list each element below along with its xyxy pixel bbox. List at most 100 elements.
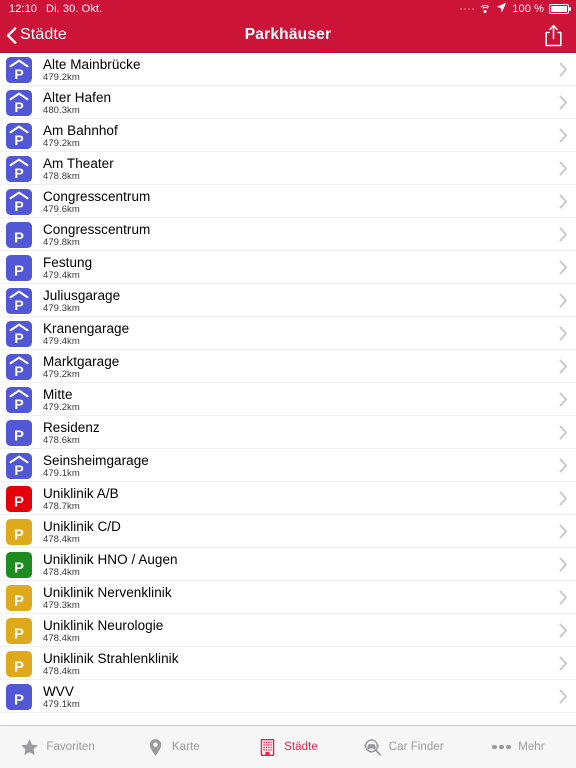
list-item[interactable]: P Uniklinik Nervenklinik 479.3km <box>0 581 576 614</box>
svg-text:P: P <box>14 559 24 576</box>
list-item-title: Uniklinik A/B <box>43 485 119 501</box>
list-item[interactable]: P Kranengarage 479.4km <box>0 317 576 350</box>
parking-lot-icon: P <box>6 485 32 512</box>
list-item[interactable]: P Uniklinik A/B 478.7km <box>0 482 576 515</box>
chevron-right-icon <box>550 623 576 638</box>
list-item[interactable]: P Residenz 478.6km <box>0 416 576 449</box>
svg-text:P: P <box>14 658 24 675</box>
list-item-distance: 479.1km <box>43 698 80 710</box>
tab-label: Karte <box>171 741 200 753</box>
parking-garage-icon: P <box>6 89 32 116</box>
parking-lot-icon: P <box>6 650 32 677</box>
chevron-right-icon <box>550 62 576 77</box>
tab-car-finder[interactable]: Car Finder <box>346 726 461 768</box>
chevron-right-icon <box>550 425 576 440</box>
list-item[interactable]: P Marktgarage 479.2km <box>0 350 576 383</box>
list-item[interactable]: P Alter Hafen 480.3km <box>0 86 576 119</box>
svg-text:P: P <box>14 396 23 412</box>
list-item-title: Congresscentrum <box>43 188 151 204</box>
navigation-bar: Städte Parkhäuser <box>0 18 576 52</box>
list-item-distance: 479.2km <box>43 137 80 149</box>
list-item-distance: 479.4km <box>43 335 80 347</box>
list-item-title: Juliusgarage <box>43 287 121 303</box>
battery-full-icon <box>549 4 569 14</box>
list-item-text: Seinsheimgarage 479.1km <box>32 453 550 479</box>
list-item-distance: 479.2km <box>43 401 80 413</box>
tab-karte[interactable]: Karte <box>115 726 230 768</box>
parking-garage-icon: P <box>6 56 32 83</box>
list-item[interactable]: P Festung 479.4km <box>0 251 576 284</box>
list-item-distance: 480.3km <box>43 104 80 116</box>
list-item[interactable]: P Seinsheimgarage 479.1km <box>0 449 576 482</box>
back-button[interactable]: Städte <box>0 26 67 44</box>
parking-lot-icon: P <box>6 419 32 446</box>
list-item[interactable]: P Congresscentrum 479.8km <box>0 218 576 251</box>
list-item-text: Uniklinik HNO / Augen 478.4km <box>32 552 550 578</box>
tab-label: Städte <box>284 741 318 753</box>
list-item-text: Uniklinik C/D 478.4km <box>32 519 550 545</box>
list-item-text: Congresscentrum 479.6km <box>32 189 550 215</box>
list-item-title: Uniklinik Nervenklinik <box>43 584 172 600</box>
list-item-distance: 478.7km <box>43 500 80 512</box>
chevron-right-icon <box>550 458 576 473</box>
chevron-right-icon <box>550 392 576 407</box>
list-item[interactable]: P Uniklinik C/D 478.4km <box>0 515 576 548</box>
car-finder-icon <box>363 738 382 757</box>
parking-lot-icon: P <box>6 584 32 611</box>
list-item[interactable]: P Alte Mainbrücke 479.2km <box>0 53 576 86</box>
list-item-title: Uniklinik Neurologie <box>43 617 164 633</box>
parking-garage-icon: P <box>6 452 32 479</box>
list-item-title: Mitte <box>43 386 73 402</box>
status-indicators: 100 % <box>459 2 569 16</box>
chevron-right-icon <box>550 524 576 539</box>
parking-garage-icon: P <box>6 188 32 215</box>
signal-dots-icon <box>459 7 475 11</box>
list-item-title: Kranengarage <box>43 320 130 336</box>
wifi-icon <box>479 4 492 14</box>
list-item-text: Alter Hafen 480.3km <box>32 90 550 116</box>
list-item-text: WVV 479.1km <box>32 684 550 710</box>
list-item[interactable]: P WVV 479.1km <box>0 680 576 713</box>
tab-label: Car Finder <box>388 741 444 753</box>
list-item-title: Am Theater <box>43 155 114 171</box>
list-item[interactable]: P Uniklinik HNO / Augen 478.4km <box>0 548 576 581</box>
list-item-title: Uniklinik HNO / Augen <box>43 551 178 567</box>
parking-list[interactable]: P Alte Mainbrücke 479.2km P Alter Hafen 480.3… <box>0 52 576 725</box>
list-item[interactable]: P Uniklinik Neurologie 478.4km <box>0 614 576 647</box>
list-item-text: Kranengarage 479.4km <box>32 321 550 347</box>
list-item[interactable]: P Mitte 479.2km <box>0 383 576 416</box>
svg-text:P: P <box>14 330 23 346</box>
chevron-right-icon <box>550 326 576 341</box>
tab-mehr[interactable]: Mehr <box>461 726 576 768</box>
status-bar: 12:10 Di. 30. Okt. 100 % <box>0 0 576 18</box>
tab-favoriten[interactable]: Favoriten <box>0 726 115 768</box>
list-item[interactable]: P Am Bahnhof 479.2km <box>0 119 576 152</box>
tab-st-dte[interactable]: Städte <box>230 726 345 768</box>
list-item-distance: 479.6km <box>43 203 80 215</box>
chevron-right-icon <box>550 194 576 209</box>
parking-lot-icon: P <box>6 518 32 545</box>
list-item-title: Alter Hafen <box>43 89 112 105</box>
chevron-right-icon <box>550 491 576 506</box>
back-button-label: Städte <box>20 26 67 43</box>
list-item[interactable]: P Congresscentrum 479.6km <box>0 185 576 218</box>
list-item-text: Festung 479.4km <box>32 255 550 281</box>
list-item-distance: 479.8km <box>43 236 80 248</box>
svg-text:P: P <box>14 462 23 478</box>
list-item-distance: 479.3km <box>43 599 80 611</box>
list-item-distance: 479.4km <box>43 269 80 281</box>
list-item-title: Residenz <box>43 419 100 435</box>
parking-garage-icon: P <box>6 122 32 149</box>
svg-text:P: P <box>14 99 23 115</box>
list-item[interactable]: P Juliusgarage 479.3km <box>0 284 576 317</box>
list-item-text: Marktgarage 479.2km <box>32 354 550 380</box>
svg-text:P: P <box>14 526 24 543</box>
list-item[interactable]: P Am Theater 478.8km <box>0 152 576 185</box>
list-item-title: Marktgarage <box>43 353 120 369</box>
share-icon[interactable] <box>544 24 563 47</box>
list-item-distance: 479.2km <box>43 71 80 83</box>
list-item[interactable]: P Uniklinik Strahlenklinik 478.4km <box>0 647 576 680</box>
status-time: 12:10 <box>9 3 38 15</box>
list-item-text: Uniklinik Nervenklinik 479.3km <box>32 585 550 611</box>
list-item-text: Residenz 478.6km <box>32 420 550 446</box>
